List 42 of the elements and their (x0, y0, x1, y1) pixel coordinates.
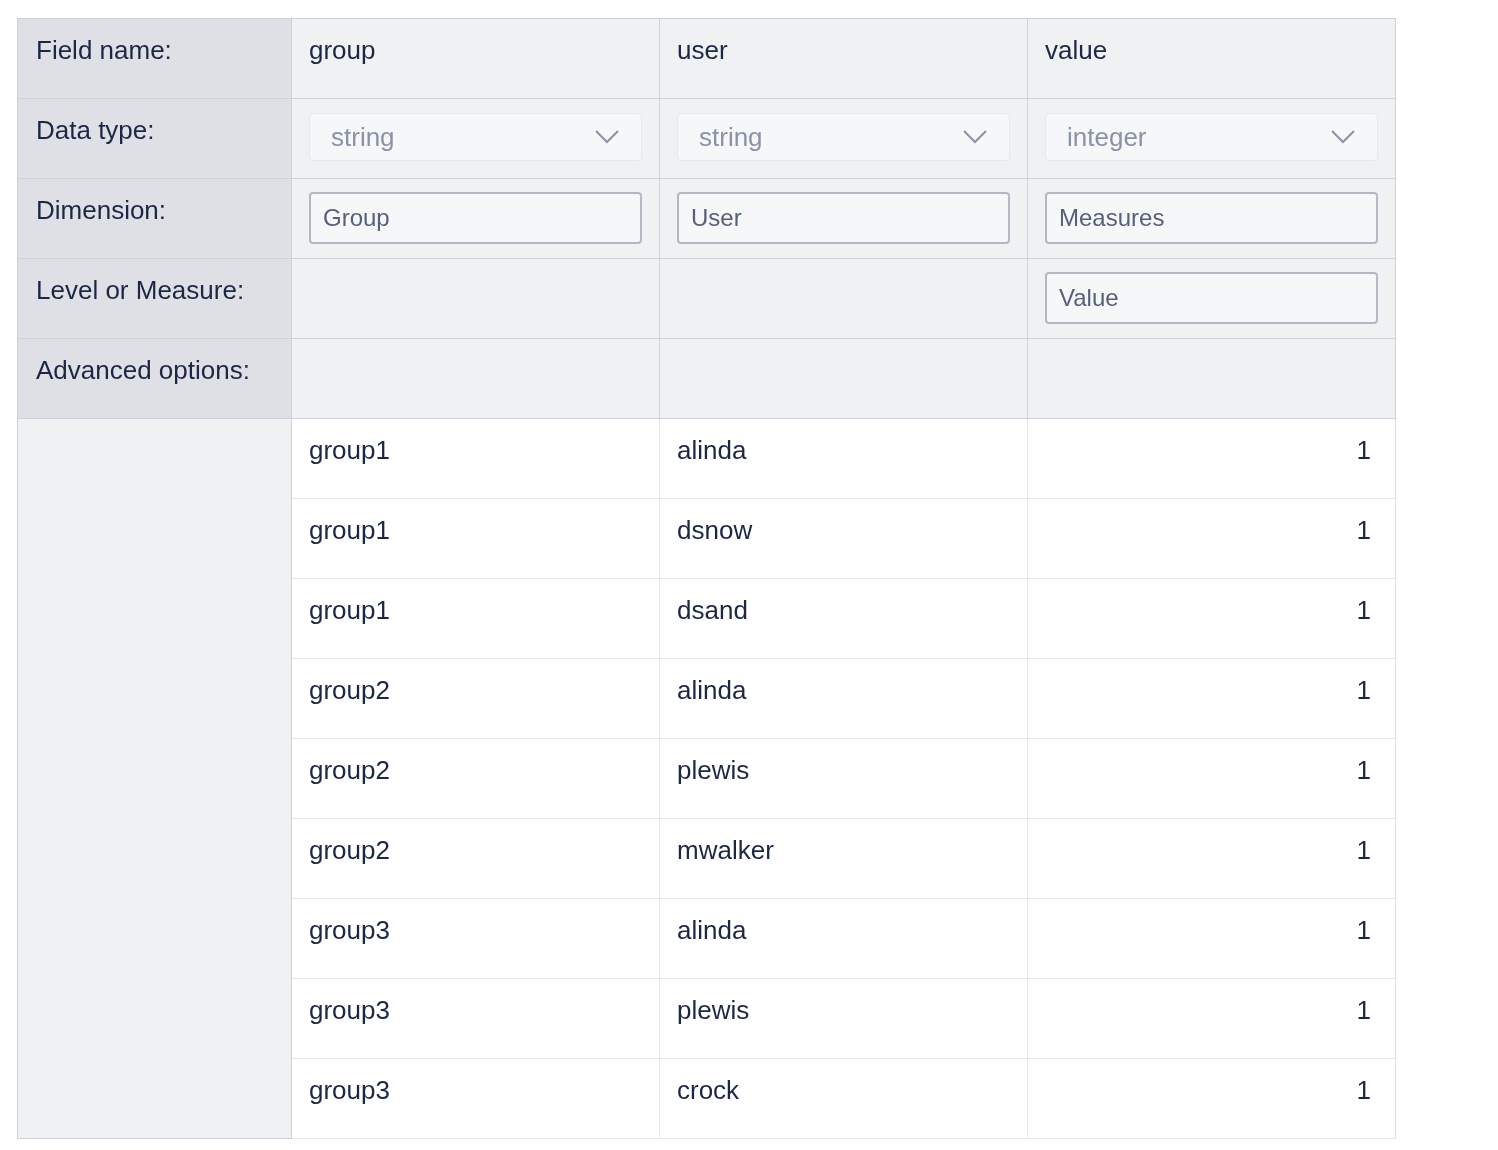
row-label: Level or Measure: (36, 275, 245, 305)
text-field[interactable]: Value (1045, 272, 1378, 324)
table-cell: mwalker (677, 835, 774, 865)
table-cell: 1 (1356, 1075, 1371, 1105)
table-cell: alinda (677, 915, 747, 945)
row-label: Advanced options: (36, 355, 250, 385)
table-cell: alinda (677, 675, 747, 705)
table-cell: 1 (1356, 515, 1371, 545)
table-cell: group3 (309, 915, 390, 945)
table-cell: 1 (1356, 675, 1371, 705)
table-cell: 1 (1356, 835, 1371, 865)
row-label: Dimension: (36, 195, 167, 225)
table-cell: crock (677, 1075, 740, 1105)
row-label: Data type: (36, 115, 155, 145)
chevron-down-icon (1331, 130, 1355, 144)
table-cell: dsand (677, 595, 748, 625)
table-cell: group2 (309, 835, 390, 865)
chevron-down-icon (595, 130, 619, 144)
table-cell: group1 (309, 595, 390, 625)
table-cell: plewis (677, 755, 750, 785)
table-cell: group1 (309, 435, 390, 465)
table-cell: 1 (1356, 435, 1371, 465)
table-cell: group3 (309, 1075, 390, 1105)
text-field[interactable]: Measures (1045, 192, 1378, 244)
field-name: value (1045, 35, 1108, 65)
table-cell: alinda (677, 435, 747, 465)
table-cell: group2 (309, 675, 390, 705)
text-field[interactable]: User (677, 192, 1010, 244)
table-cell: 1 (1356, 595, 1371, 625)
table-cell: plewis (677, 995, 750, 1025)
row-label: Field name: (36, 35, 172, 65)
text-field[interactable]: Group (309, 192, 642, 244)
table-cell: dsnow (677, 515, 753, 545)
field-name: user (677, 35, 728, 65)
field-name: group (309, 35, 376, 65)
table-cell: group2 (309, 755, 390, 785)
table-cell: group3 (309, 995, 390, 1025)
table-cell: 1 (1356, 755, 1371, 785)
table-cell: group1 (309, 515, 390, 545)
table-cell: 1 (1356, 915, 1371, 945)
chevron-down-icon (963, 130, 987, 144)
table-cell: 1 (1356, 995, 1371, 1025)
